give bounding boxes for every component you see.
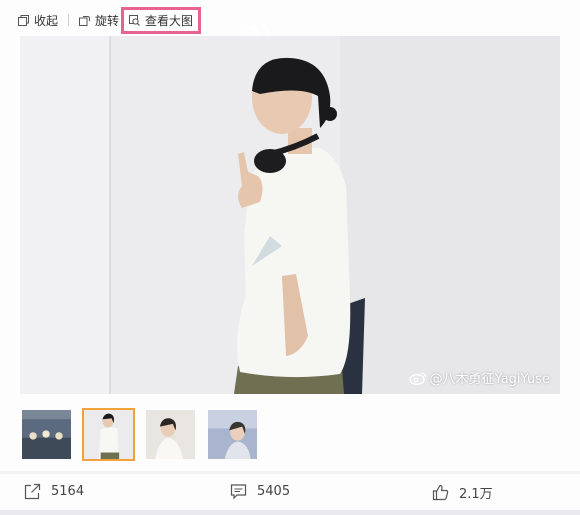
thumb-concert-stage [22, 410, 71, 459]
main-photo[interactable]: @八木勇征YagiYuse [20, 36, 560, 394]
like-icon [432, 484, 449, 501]
thumbnail-2[interactable] [82, 408, 135, 461]
watermark-text: @八木勇征YagiYuse [429, 372, 550, 387]
thumb-portrait-blue [208, 410, 257, 459]
toolbar-divider [68, 14, 70, 26]
share-icon [24, 483, 41, 500]
collapse-label: 收起 [34, 13, 59, 28]
thumbnail-4[interactable] [206, 408, 259, 461]
rotate-button[interactable]: 旋转 [79, 12, 119, 29]
share-button[interactable]: 5164 [24, 483, 84, 500]
collapse-button[interactable]: 收起 [18, 12, 58, 29]
thumbnail-strip [20, 408, 259, 461]
view-large-button[interactable]: 查看大图 [121, 6, 202, 34]
like-button[interactable]: 2.1万 [432, 483, 493, 502]
comment-button[interactable]: 5405 [230, 483, 290, 500]
photo-illustration [20, 36, 560, 394]
comment-count: 5405 [257, 484, 291, 499]
like-count: 2.1万 [459, 487, 493, 502]
thumb-white-tee [84, 410, 133, 459]
thumbnail-3[interactable] [144, 408, 197, 461]
collect-icon [18, 14, 29, 26]
rotate-icon [79, 15, 91, 26]
thumb-portrait-light [146, 410, 195, 459]
view-large-label: 查看大图 [145, 13, 194, 28]
action-bar: 5164 5405 2.1万 [0, 474, 580, 510]
thumbnail-1[interactable] [20, 408, 73, 461]
share-count: 5164 [51, 484, 85, 499]
bottom-divider [0, 510, 580, 515]
view-large-icon [129, 14, 140, 26]
rotate-label: 旋转 [95, 13, 120, 28]
image-toolbar: 收起 旋转 查看大图 [18, 6, 202, 34]
photo-watermark: @八木勇征YagiYuse [408, 368, 550, 387]
post-card: 收起 旋转 查看大图 1 [0, 0, 580, 471]
weibo-icon [408, 371, 426, 385]
comment-icon [230, 484, 247, 500]
